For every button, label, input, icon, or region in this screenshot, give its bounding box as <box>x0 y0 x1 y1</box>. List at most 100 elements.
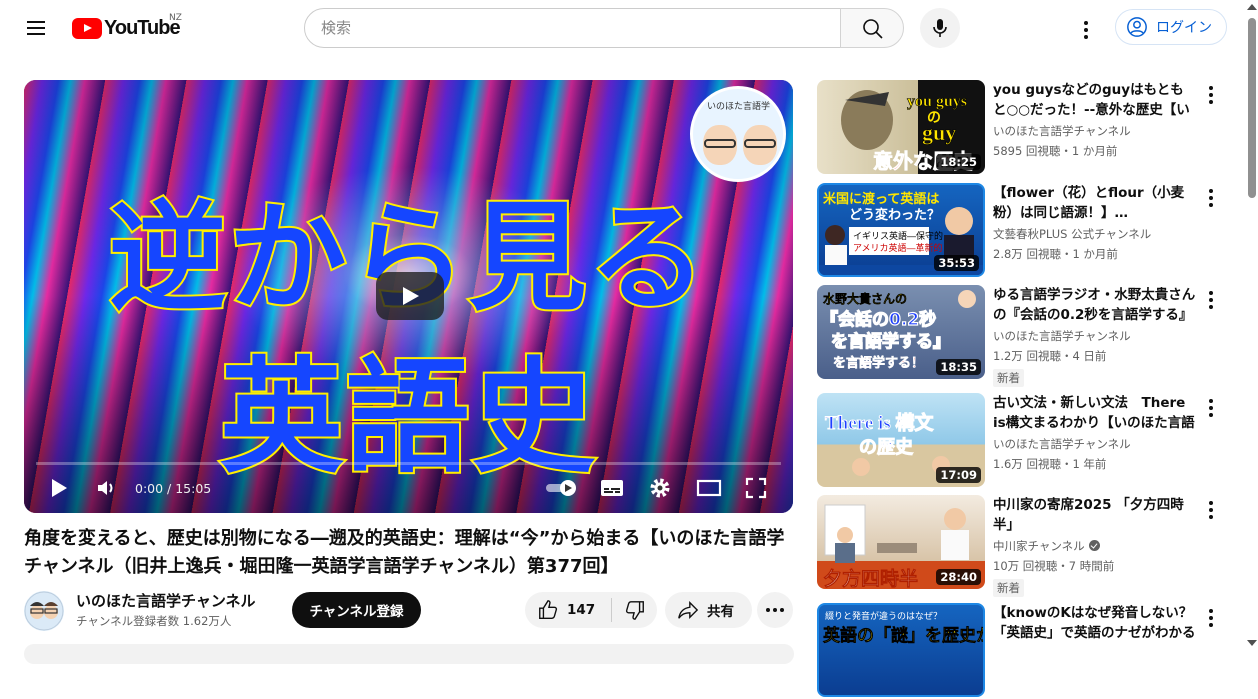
rec-title[interactable]: you guysなどのguyはもともと○○だった！--意外な歴史【いのほた言語学… <box>993 80 1197 120</box>
rec-more-button[interactable] <box>1201 82 1221 106</box>
more-vertical-icon <box>1201 497 1221 519</box>
search-button[interactable] <box>840 8 904 48</box>
rec-more-button[interactable] <box>1201 395 1221 419</box>
like-count: 147 <box>567 602 596 618</box>
channel-name[interactable]: いのほた言語学チャンネル <box>76 590 256 611</box>
description-box[interactable] <box>24 644 794 664</box>
rec-meta: 1.6万 回視聴・1 年前 <box>993 457 1107 471</box>
duration-badge: 28:40 <box>936 569 981 585</box>
dislike-button[interactable] <box>613 592 657 628</box>
svg-text:を言語学する』: を言語学する』 <box>831 331 950 352</box>
svg-text:夕方四時半: 夕方四時半 <box>823 567 918 589</box>
channel-avatar[interactable] <box>24 591 64 631</box>
thumbnail-title-line-2: 英語史 <box>217 344 598 492</box>
recommended-video[interactable]: 水野大貴さんの 『会話の0.2秒 を言語学する』 を言語学する！ 18:35 ゆ… <box>817 285 1227 387</box>
search-field[interactable] <box>304 8 841 48</box>
video-player[interactable]: 逆から見る 英語史 いのほた言語学 0:00 / 15:05 <box>24 80 793 513</box>
recommended-video[interactable]: 米国に渡って英語は どう変わった？ イギリス英語―保守的 アメリカ英語―革新的 … <box>817 183 1227 279</box>
large-play-button[interactable] <box>376 272 444 320</box>
rec-more-button[interactable] <box>1201 287 1221 311</box>
rec-title[interactable]: ゆる言語学ラジオ・水野太貴さんの『会話の0.2秒を言語学する』を言語学する！ <box>993 285 1197 325</box>
thumbnail-art: 綴りと発音が違うのはなぜ？ 英語の「謎」を歴史から <box>823 610 983 646</box>
svg-text:綴りと発音が違うのはなぜ？: 綴りと発音が違うのはなぜ？ <box>825 610 942 622</box>
theater-mode-icon[interactable] <box>696 476 722 500</box>
settings-more-button[interactable] <box>1070 8 1102 48</box>
rec-channel[interactable]: 中川家チャンネル <box>993 538 1100 554</box>
duration-badge: 17:09 <box>936 467 981 483</box>
rec-meta: 5895 回視聴・1 か月前 <box>993 144 1118 158</box>
video-title: 角度を変えると、歴史は別物になる―遡及的英語史：理解は“今”から始まる【いのほた… <box>24 528 785 577</box>
progress-bar[interactable] <box>36 462 781 465</box>
page-scrollbar[interactable] <box>1244 0 1258 650</box>
svg-text:水野大貴さんの: 水野大貴さんの <box>823 291 907 306</box>
video-thumbnail[interactable]: There is 構文 の歴史 17:09 <box>817 393 985 487</box>
more-vertical-icon <box>1201 395 1221 417</box>
rec-channel[interactable]: いのほた言語学チャンネル <box>993 328 1131 344</box>
rec-channel[interactable]: いのほた言語学チャンネル <box>993 436 1131 452</box>
rec-more-button[interactable] <box>1201 497 1221 521</box>
autoplay-toggle-icon[interactable] <box>544 476 580 500</box>
rec-channel-name: 中川家チャンネル <box>993 539 1085 553</box>
rec-title[interactable]: 古い文法・新しい文法 There is構文まるわかり【いのほた言語学チャンネル】 <box>993 393 1197 433</box>
verified-checkmark-icon <box>1088 540 1100 551</box>
share-arrow-icon <box>678 601 699 619</box>
rec-more-button[interactable] <box>1201 185 1221 209</box>
recommended-video[interactable]: There is 構文 の歴史 17:09 古い文法・新しい文法 There i… <box>817 393 1227 489</box>
more-horizontal-icon <box>766 608 784 612</box>
account-circle-icon <box>1127 17 1147 37</box>
login-label: ログイン <box>1156 20 1212 36</box>
video-thumbnail[interactable]: 水野大貴さんの 『会話の0.2秒 を言語学する』 を言語学する！ 18:35 <box>817 285 985 379</box>
svg-text:の歴史: の歴史 <box>859 436 914 458</box>
channel-mascot-badge: いのほた言語学 <box>690 86 786 182</box>
video-thumbnail[interactable]: 米国に渡って英語は どう変わった？ イギリス英語―保守的 アメリカ英語―革新的 … <box>817 183 985 277</box>
recommended-video[interactable]: 綴りと発音が違うのはなぜ？ 英語の「謎」を歴史から 【knowのKはなぜ発音しな… <box>817 603 1227 699</box>
rec-title[interactable]: 【knowのKはなぜ発音しない？「英語史」で英語のナゼがわかる <box>993 603 1197 643</box>
more-vertical-icon <box>1201 605 1221 627</box>
duration-badge: 35:53 <box>934 255 979 271</box>
more-vertical-icon <box>1070 8 1102 39</box>
volume-icon[interactable] <box>94 476 118 500</box>
voice-search-button[interactable] <box>920 8 960 48</box>
rec-channel[interactable]: 文藝春秋PLUS 公式チャンネル <box>993 226 1151 242</box>
search-input[interactable] <box>321 19 824 37</box>
settings-gear-icon[interactable] <box>648 476 672 500</box>
masthead: YouTube NZ ログイン <box>0 0 1258 56</box>
scroll-down-arrow-icon[interactable] <box>1247 640 1257 646</box>
thumbs-down-icon <box>625 601 644 620</box>
youtube-play-icon <box>72 17 102 39</box>
svg-text:There is 構文: There is 構文 <box>825 411 934 434</box>
rec-channel[interactable]: いのほた言語学チャンネル <box>993 123 1131 139</box>
subscribe-button[interactable]: チャンネル登録 <box>292 592 421 628</box>
youtube-logo[interactable]: YouTube <box>72 16 181 40</box>
video-thumbnail[interactable]: 夕方四時半 28:40 <box>817 495 985 589</box>
menu-icon[interactable] <box>24 18 48 38</box>
recommended-video[interactable]: you guys の guy 意外な歴史 18:25 you guysなどのgu… <box>817 80 1227 176</box>
scrollbar-thumb[interactable] <box>1248 18 1256 198</box>
video-thumbnail[interactable]: you guys の guy 意外な歴史 18:25 <box>817 80 985 174</box>
subtitles-icon[interactable] <box>600 476 624 500</box>
svg-text:you guys: you guys <box>907 93 967 110</box>
rec-more-button[interactable] <box>1201 605 1221 629</box>
microphone-icon <box>933 19 947 37</box>
more-vertical-icon <box>1201 82 1221 104</box>
share-button[interactable]: 共有 <box>665 592 752 628</box>
more-actions-button[interactable] <box>757 592 793 628</box>
like-dislike-group: 147 <box>525 592 657 628</box>
fullscreen-icon[interactable] <box>744 476 768 500</box>
video-owner-row: いのほた言語学チャンネル チャンネル登録者数 1.62万人 チャンネル登録 14… <box>24 589 794 631</box>
video-thumbnail[interactable]: 綴りと発音が違うのはなぜ？ 英語の「謎」を歴史から <box>817 603 985 697</box>
play-icon[interactable] <box>50 476 68 500</box>
login-button[interactable]: ログイン <box>1115 9 1227 45</box>
scroll-up-arrow-icon[interactable] <box>1247 4 1257 10</box>
more-vertical-icon <box>1201 185 1221 207</box>
svg-text:どう変わった？: どう変わった？ <box>849 207 940 223</box>
share-label: 共有 <box>707 604 734 620</box>
svg-text:『会話の0.2秒: 『会話の0.2秒 <box>821 309 936 330</box>
badge-text: いのほた言語学 <box>707 102 771 112</box>
time-display: 0:00 / 15:05 <box>135 481 212 496</box>
divider <box>611 598 612 622</box>
recommended-video[interactable]: 夕方四時半 28:40 中川家の寄席2025 「夕方四時半」 中川家チャンネル … <box>817 495 1227 597</box>
rec-title[interactable]: 中川家の寄席2025 「夕方四時半」 <box>993 495 1197 535</box>
rec-title[interactable]: 【flower（花）とflour（小麦粉）は同じ語源！】… <box>993 183 1197 223</box>
like-button[interactable]: 147 <box>525 592 611 628</box>
